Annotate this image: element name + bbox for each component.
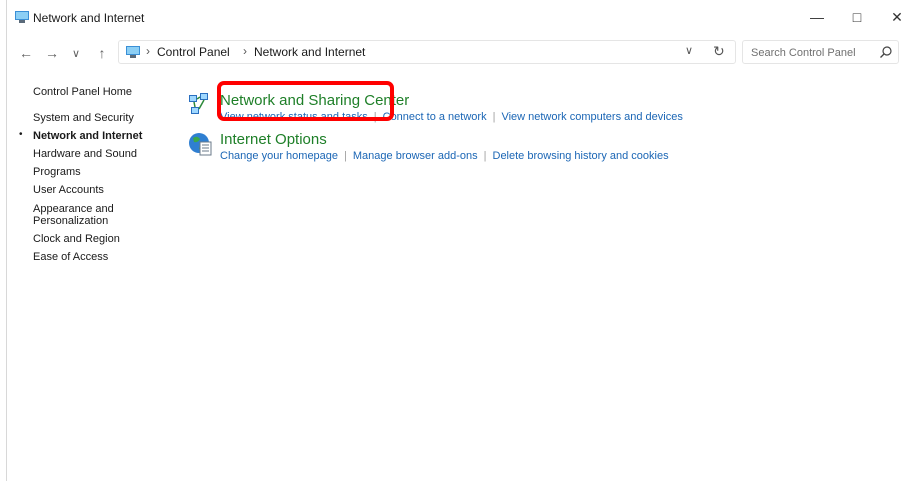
address-bar[interactable]: › Control Panel › Network and Internet ∨… bbox=[118, 40, 736, 64]
sidebar-item-control-panel-home[interactable]: Control Panel Home bbox=[33, 86, 132, 98]
breadcrumb-control-panel[interactable]: Control Panel bbox=[157, 45, 230, 59]
search-box[interactable] bbox=[742, 40, 899, 64]
breadcrumb-separator: › bbox=[243, 44, 247, 58]
up-button[interactable]: ↑ bbox=[91, 43, 113, 63]
control-panel-icon bbox=[15, 11, 29, 23]
sidebar-item-hardware-and-sound[interactable]: Hardware and Sound bbox=[33, 148, 137, 160]
minimize-button[interactable]: — bbox=[797, 0, 837, 34]
view-network-computers-link[interactable]: View network computers and devices bbox=[501, 111, 682, 123]
sidebar-item-clock-and-region[interactable]: Clock and Region bbox=[33, 233, 120, 245]
change-homepage-link[interactable]: Change your homepage bbox=[220, 150, 338, 162]
address-dropdown-button[interactable]: ∨ bbox=[685, 44, 693, 57]
sidebar-item-appearance-and-personalization[interactable]: Personalization bbox=[33, 215, 108, 227]
internet-options-task-links: Change your homepage | Manage browser add-… bbox=[220, 150, 669, 162]
control-panel-icon bbox=[126, 46, 140, 58]
internet-options-link[interactable]: Internet Options bbox=[220, 131, 327, 148]
title-bar: Network and Internet — □ ✕ bbox=[7, 0, 904, 34]
internet-options-icon bbox=[189, 133, 212, 156]
connect-to-network-link[interactable]: Connect to a network bbox=[383, 111, 487, 123]
sidebar-item-system-and-security[interactable]: System and Security bbox=[33, 112, 134, 124]
breadcrumb-network-and-internet[interactable]: Network and Internet bbox=[254, 45, 365, 59]
refresh-button[interactable]: ↻ bbox=[713, 43, 725, 60]
network-sharing-icon bbox=[189, 93, 208, 114]
sidebar-item-user-accounts[interactable]: User Accounts bbox=[33, 184, 104, 196]
recent-locations-button[interactable]: ∨ bbox=[65, 43, 87, 63]
control-panel-window: Network and Internet — □ ✕ ← → ∨ ↑ › Con… bbox=[6, 0, 904, 481]
maximize-button[interactable]: □ bbox=[837, 0, 877, 34]
delete-browsing-history-link[interactable]: Delete browsing history and cookies bbox=[493, 150, 669, 162]
current-item-bullet: • bbox=[19, 129, 23, 140]
forward-button[interactable]: → bbox=[41, 43, 63, 63]
sidebar-item-ease-of-access[interactable]: Ease of Access bbox=[33, 251, 108, 263]
search-input[interactable] bbox=[749, 44, 873, 62]
search-icon[interactable] bbox=[879, 45, 893, 59]
close-button[interactable]: ✕ bbox=[877, 0, 904, 34]
back-button[interactable]: ← bbox=[15, 43, 37, 63]
sidebar-item-appearance-and-personalization[interactable]: Appearance and bbox=[33, 203, 114, 215]
navigation-bar: ← → ∨ ↑ › Control Panel › Network and In… bbox=[7, 34, 904, 72]
sidebar-item-network-and-internet: Network and Internet bbox=[33, 130, 143, 142]
breadcrumb-separator: › bbox=[146, 44, 150, 58]
highlight-box bbox=[217, 81, 394, 121]
window-title: Network and Internet bbox=[33, 11, 145, 25]
sidebar-item-programs[interactable]: Programs bbox=[33, 166, 81, 178]
manage-browser-addons-link[interactable]: Manage browser add-ons bbox=[353, 150, 478, 162]
